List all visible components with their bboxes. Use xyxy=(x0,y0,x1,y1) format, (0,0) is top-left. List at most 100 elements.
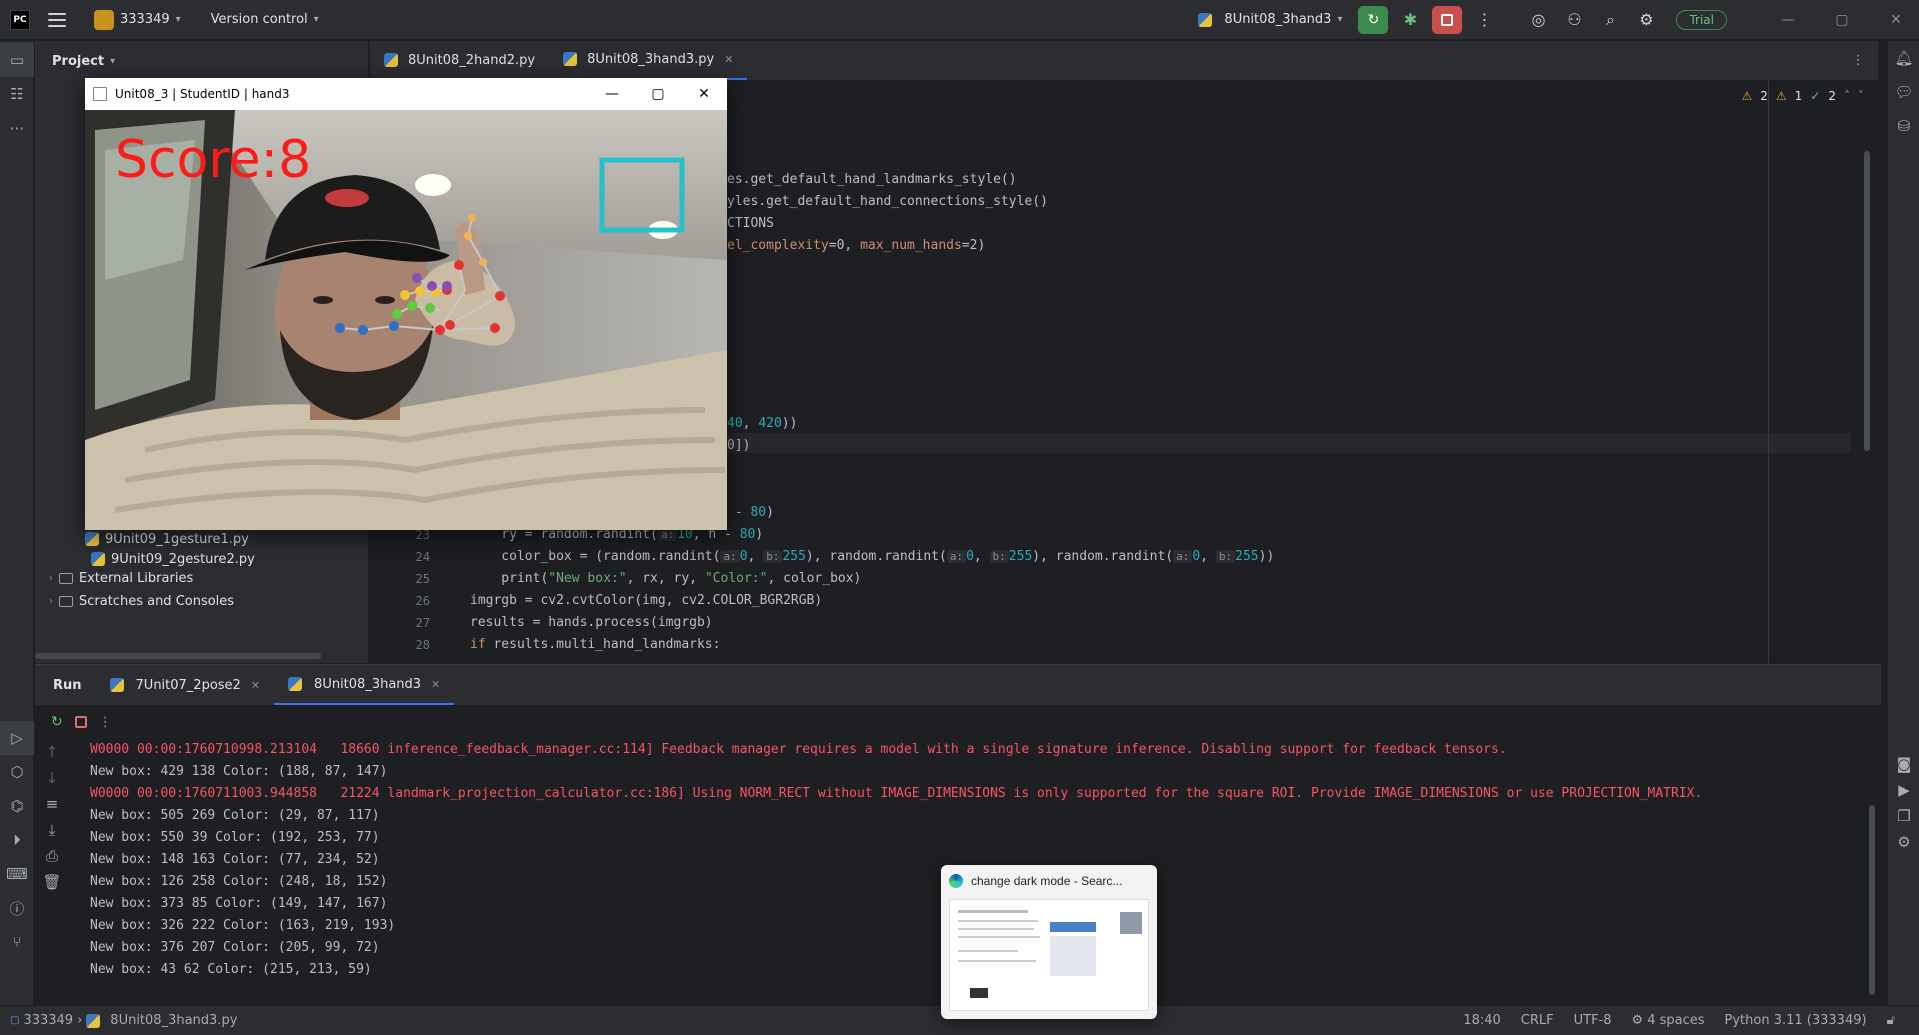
indent-widget[interactable]: ⚙ 4 spaces xyxy=(1622,1013,1715,1028)
close-tab-icon[interactable]: ✕ xyxy=(724,53,733,66)
rerun-button[interactable]: ↻ xyxy=(1358,5,1389,34)
close-icon[interactable]: ✕ xyxy=(681,78,727,110)
opencv-window-titlebar[interactable]: Unit08_3 | StudentID | hand3 — ▢ ✕ xyxy=(85,78,727,110)
database-icon[interactable]: ⛁ xyxy=(1888,109,1919,143)
line-separator[interactable]: CRLF xyxy=(1511,1013,1564,1028)
breadcrumb[interactable]: ▢ 333349 › 8Unit08_3hand3.py xyxy=(0,1013,247,1028)
code-fragment[interactable]: es.get_default_hand_landmarks_style() xyxy=(727,171,1017,189)
maximize-icon[interactable]: ▢ xyxy=(635,78,681,110)
code-token: "Color:" xyxy=(704,571,768,586)
code-with-me-icon[interactable]: ⚇ xyxy=(1560,6,1588,34)
project-tool-icon[interactable]: ▭ xyxy=(0,43,34,77)
code-fragment[interactable]: el_complexity=0, max_num_hands=2) xyxy=(727,237,985,255)
lock-icon[interactable]: 🔓︎ xyxy=(1877,1013,1905,1028)
code-fragment[interactable]: - 80) xyxy=(727,504,774,522)
code-line[interactable]: if results.multi_hand_landmarks: xyxy=(470,636,720,654)
more-tools-icon[interactable]: ⋯ xyxy=(0,111,34,145)
python-console-icon[interactable]: ⌬ xyxy=(0,789,34,823)
run-label: Run xyxy=(53,677,82,693)
clear-icon[interactable]: 🗑︎ xyxy=(35,869,69,895)
code-line[interactable]: imgrgb = cv2.cvtColor(img, cv2.COLOR_BGR… xyxy=(470,592,822,610)
git-icon[interactable]: ⑂ xyxy=(0,925,34,959)
chevron-down-icon: ▾ xyxy=(175,14,181,25)
line-number: 28 xyxy=(415,638,430,652)
close-tab-icon[interactable]: ✕ xyxy=(251,679,260,692)
close-tab-icon[interactable]: ✕ xyxy=(431,678,440,691)
chevron-down-icon[interactable]: ˅ xyxy=(1858,89,1864,103)
code-token: print( xyxy=(470,571,549,586)
code-fragment[interactable]: 40, 420)) xyxy=(727,415,797,433)
project-pane-header[interactable]: Project ▾ xyxy=(35,41,368,81)
param-hint: a: xyxy=(946,550,967,563)
python-packages-icon[interactable]: ⬡ xyxy=(0,755,34,789)
tabs-more-icon[interactable]: ⋮ xyxy=(1838,40,1878,80)
print-icon[interactable]: ⎙ xyxy=(35,843,69,869)
minimize-icon[interactable]: — xyxy=(589,78,635,110)
code-token: , xyxy=(742,416,759,431)
ai-chat-icon[interactable]: 💬︎ xyxy=(1888,75,1919,109)
project-widget[interactable]: 333349 ▾ xyxy=(86,0,189,40)
code-fragment[interactable]: 0]) xyxy=(727,437,750,455)
minimize-icon[interactable]: — xyxy=(1765,0,1811,40)
code-line[interactable]: print("New box:", rx, ry, "Color:", colo… xyxy=(470,570,861,588)
scroll-to-end-icon[interactable]: ⤓ xyxy=(35,817,69,843)
vcs-widget[interactable]: Version control ▾ xyxy=(203,0,327,40)
search-icon[interactable]: ⌕ xyxy=(1596,6,1624,34)
soft-wrap-icon[interactable]: ≡ xyxy=(35,791,69,817)
thumbnail-preview xyxy=(949,899,1149,1011)
debug-icon[interactable]: ✱ xyxy=(1396,6,1424,34)
code-fragment[interactable]: CTIONS xyxy=(727,215,774,233)
console-scrollbar[interactable] xyxy=(1869,805,1875,995)
stop-icon[interactable] xyxy=(74,716,87,728)
gear-icon[interactable]: ⚙ xyxy=(1888,829,1919,855)
services-icon[interactable]: ⏵ xyxy=(0,823,34,857)
copy-icon[interactable]: ❐ xyxy=(1888,803,1919,829)
run-config-selector[interactable]: 8Unit08_3hand3 ▾ xyxy=(1190,0,1350,40)
taskbar-thumbnail[interactable]: change dark mode - Searc... xyxy=(941,865,1157,1019)
video-icon[interactable]: ▶ xyxy=(1888,777,1919,803)
tree-scratches[interactable]: › Scratches and Consoles xyxy=(43,590,234,612)
rerun-icon[interactable]: ↻ xyxy=(51,714,63,730)
terminal-icon[interactable]: ⌨ xyxy=(0,857,34,891)
tab-8unit08-2hand2[interactable]: 8Unit08_2hand2.py xyxy=(370,40,549,80)
horizontal-scrollbar[interactable] xyxy=(35,653,321,659)
settings-gear-icon[interactable]: ⚙ xyxy=(1632,6,1660,34)
breadcrumb-file[interactable]: 8Unit08_3hand3.py xyxy=(110,1013,237,1028)
editor-scrollbar[interactable] xyxy=(1864,151,1870,451)
run-tool-icon[interactable]: ▷ xyxy=(0,721,34,755)
code-fragment[interactable]: yles.get_default_hand_connections_style(… xyxy=(727,193,1048,211)
main-menu-icon[interactable] xyxy=(48,12,66,27)
trial-badge[interactable]: Trial xyxy=(1676,9,1727,30)
camera-icon[interactable]: ◙ xyxy=(1888,751,1919,777)
console-line: New box: 550 39 Color: (192, 253, 77) xyxy=(90,830,380,845)
opencv-window[interactable]: Unit08_3 | StudentID | hand3 — ▢ ✕ Score… xyxy=(85,78,727,530)
run-tab-8unit08-3hand3[interactable]: 8Unit08_3hand3 ✕ xyxy=(274,665,455,705)
arrow-down-icon[interactable]: ↓ xyxy=(35,765,69,791)
stop-button[interactable] xyxy=(1432,5,1463,34)
interpreter[interactable]: Python 3.11 (333349) xyxy=(1715,1013,1877,1028)
tree-file-label: 9Unit09_2gesture2.py xyxy=(111,551,255,567)
file-encoding[interactable]: UTF-8 xyxy=(1564,1013,1622,1028)
code-line[interactable]: color_box = (random.randint(a: 0, b: 255),… xyxy=(470,548,1274,566)
more-icon[interactable]: ⋮ xyxy=(99,715,112,730)
caret-position[interactable]: 18:40 xyxy=(1453,1013,1510,1028)
run-tab-7unit07-2pose2[interactable]: 7Unit07_2pose2 ✕ xyxy=(96,665,275,705)
ai-assistant-icon[interactable]: ◎ xyxy=(1524,6,1552,34)
tab-8unit08-3hand3[interactable]: 8Unit08_3hand3.py ✕ xyxy=(549,40,748,80)
notifications-icon[interactable]: 🔔︎ xyxy=(1888,41,1919,75)
edge-browser-icon xyxy=(949,874,963,888)
close-window-icon[interactable]: ✕ xyxy=(1873,0,1919,40)
app-icon xyxy=(93,87,107,101)
breadcrumb-project[interactable]: 333349 xyxy=(23,1013,73,1028)
arrow-up-icon[interactable]: ↑ xyxy=(35,739,69,765)
console-line: W0000 00:00:1760710998.213104 18660 infe… xyxy=(90,742,1507,757)
tree-external-libraries[interactable]: › External Libraries xyxy=(43,567,193,589)
code-line[interactable]: results = hands.process(imgrgb) xyxy=(470,614,713,632)
more-actions-icon[interactable]: ⋮ xyxy=(1470,6,1498,34)
tree-file-item[interactable]: 9Unit09_1gesture1.py xyxy=(85,528,249,550)
problems-icon[interactable]: ⓘ xyxy=(0,891,34,925)
chevron-up-icon[interactable]: ˄ xyxy=(1844,89,1850,103)
inspection-widget[interactable]: ⚠ 2 ⚠ 1 ✓ 2 ˄ ˅ xyxy=(1741,89,1864,103)
structure-tool-icon[interactable]: ☷ xyxy=(0,77,34,111)
maximize-icon[interactable]: ▢ xyxy=(1819,0,1865,40)
